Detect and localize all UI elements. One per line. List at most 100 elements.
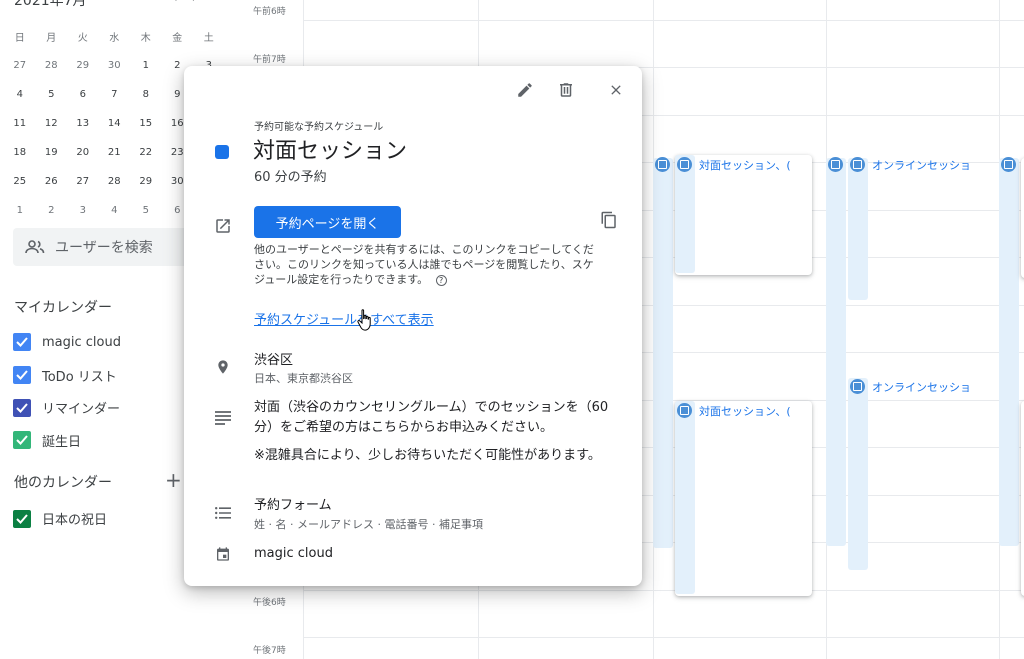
mini-calendar-day[interactable]: 29 [130,167,162,196]
view-all-schedules-link[interactable]: 予約スケジュールをすべて表示 [254,309,434,328]
calendar-label: magic cloud [42,334,121,350]
mini-calendar-day[interactable]: 18 [4,138,36,167]
mini-calendar-day[interactable]: 4 [4,80,36,109]
form-list-icon [213,503,233,523]
weekday-label: 日 [14,33,25,44]
weekday-label: 土 [203,33,214,44]
event-title[interactable]: オンラインセッショ [872,157,996,173]
event-title[interactable]: オンラインセッショ [872,379,996,395]
close-icon[interactable] [606,80,626,100]
copy-link-icon[interactable] [599,210,619,230]
location-pin-icon [213,357,233,377]
calendar-label: ToDo リスト [42,369,117,385]
mini-calendar-day[interactable]: 8 [130,80,162,109]
time-label: 午後6時 [253,598,286,608]
mini-calendar-day[interactable]: 12 [36,109,68,138]
calendar-checkbox-item[interactable]: magic cloud [13,333,121,351]
weekday-label: 木 [140,33,151,44]
mini-calendar-day[interactable]: 19 [36,138,68,167]
search-users-input[interactable]: ユーザーを検索 [13,228,203,266]
share-description: 他のユーザーとページを共有するには、このリンクをコピーしてください。このリンクを… [254,243,594,286]
checkbox-checked-icon[interactable] [13,333,31,351]
mini-calendar-day[interactable]: 13 [67,109,99,138]
mini-calendar-day[interactable]: 5 [36,80,68,109]
mini-calendar-day[interactable]: 30 [99,51,131,80]
booking-icon [677,403,692,418]
delete-trash-icon[interactable] [556,80,576,100]
mini-calendar-day[interactable]: 7 [99,80,131,109]
event-strip[interactable] [848,158,868,300]
booking-icon [828,157,843,172]
weekday-label: 月 [46,33,57,44]
chevron-left-icon[interactable]: ‹ [172,0,192,6]
open-booking-page-button[interactable]: 予約ページを開く [254,206,401,238]
event-description: 対面（渋谷のカウンセリングルーム）でのセッションを（60分）をご希望の方はこちら… [254,400,609,435]
mini-calendar-day[interactable]: 25 [4,167,36,196]
mini-calendar-day[interactable]: 1 [4,196,36,225]
description-notes-icon [213,408,233,428]
mini-calendar-day[interactable]: 1 [130,51,162,80]
booking-form-fields: 姓 · 名 · メールアドレス · 電話番号 · 補足事項 [254,518,483,531]
booking-schedule-popup: 予約可能な予約スケジュール 対面セッション 60 分の予約 予約ページを開く 他… [184,66,642,586]
event-strip[interactable] [848,378,868,570]
location-detail: 日本、東京都渋谷区 [254,372,353,385]
calendar-label: 誕生日 [42,434,82,450]
mini-calendar-day[interactable]: 27 [67,167,99,196]
booking-icon [1001,157,1016,172]
booking-icon [850,157,865,172]
mini-calendar-day[interactable]: 20 [67,138,99,167]
chevron-right-icon[interactable]: › [192,0,212,6]
checkbox-checked-icon[interactable] [13,431,31,449]
popup-title: 対面セッション [253,139,408,164]
checkbox-checked-icon[interactable] [13,366,31,384]
mini-calendar-day[interactable]: 28 [36,51,68,80]
calendar-checkbox-item[interactable]: リマインダー [13,398,120,417]
checkbox-checked-icon[interactable] [13,509,31,528]
open-in-new-icon [213,216,233,236]
mini-calendar-day[interactable]: 14 [99,109,131,138]
calendar-checkbox-item[interactable]: 誕生日 [13,431,81,450]
other-calendars-title[interactable]: 他のカレンダー [14,472,112,492]
mini-calendar-nav[interactable]: ‹› [172,0,211,6]
edit-pencil-icon[interactable] [515,80,535,100]
event-title: 対面セッション、( [699,159,791,172]
weekday-label: 金 [172,33,183,44]
mini-calendar-day[interactable]: 21 [99,138,131,167]
weekday-label: 火 [77,33,88,44]
mini-calendar-day[interactable]: 22 [130,138,162,167]
mini-calendar-day[interactable]: 4 [99,196,131,225]
my-calendars-title[interactable]: マイカレンダー [14,297,112,317]
mini-calendar-day[interactable]: 28 [99,167,131,196]
mini-calendar-day[interactable]: 15 [130,109,162,138]
mini-calendar-day[interactable]: 3 [67,196,99,225]
help-icon[interactable]: ? [435,275,447,286]
hand-cursor-icon [357,309,371,331]
event-card[interactable]: 対面セッション、( [675,401,812,596]
booking-icon [850,379,865,394]
add-calendar-plus-icon[interactable]: + [165,468,182,492]
event-strip[interactable] [999,158,1019,546]
booking-form-title: 予約フォーム [254,498,332,513]
mini-calendar-day[interactable]: 29 [67,51,99,80]
calendar-label: リマインダー [42,402,121,417]
time-label: 午後7時 [253,646,286,656]
event-strip[interactable] [653,158,673,548]
people-icon [25,240,45,254]
weekday-label: 水 [109,33,120,44]
schedule-kind-label: 予約可能な予約スケジュール [254,122,384,133]
time-label: 午前7時 [253,55,286,65]
checkbox-checked-icon[interactable] [13,398,31,417]
calendar-checkbox-item[interactable]: ToDo リスト [13,366,117,385]
mini-calendar-day[interactable]: 5 [130,196,162,225]
mini-calendar-day[interactable]: 2 [36,196,68,225]
calendar-icon [213,544,233,564]
search-users-label: ユーザーを検索 [55,240,153,256]
mini-calendar-day[interactable]: 26 [36,167,68,196]
mini-calendar-day[interactable]: 27 [4,51,36,80]
mini-calendar-day[interactable]: 11 [4,109,36,138]
calendar-checkbox-item[interactable]: 日本の祝日 [13,509,107,528]
mini-calendar-day[interactable]: 6 [67,80,99,109]
event-card[interactable]: 対面セッション、( [675,155,812,275]
event-strip[interactable] [826,158,846,546]
event-title: 対面セッション、( [699,405,791,418]
